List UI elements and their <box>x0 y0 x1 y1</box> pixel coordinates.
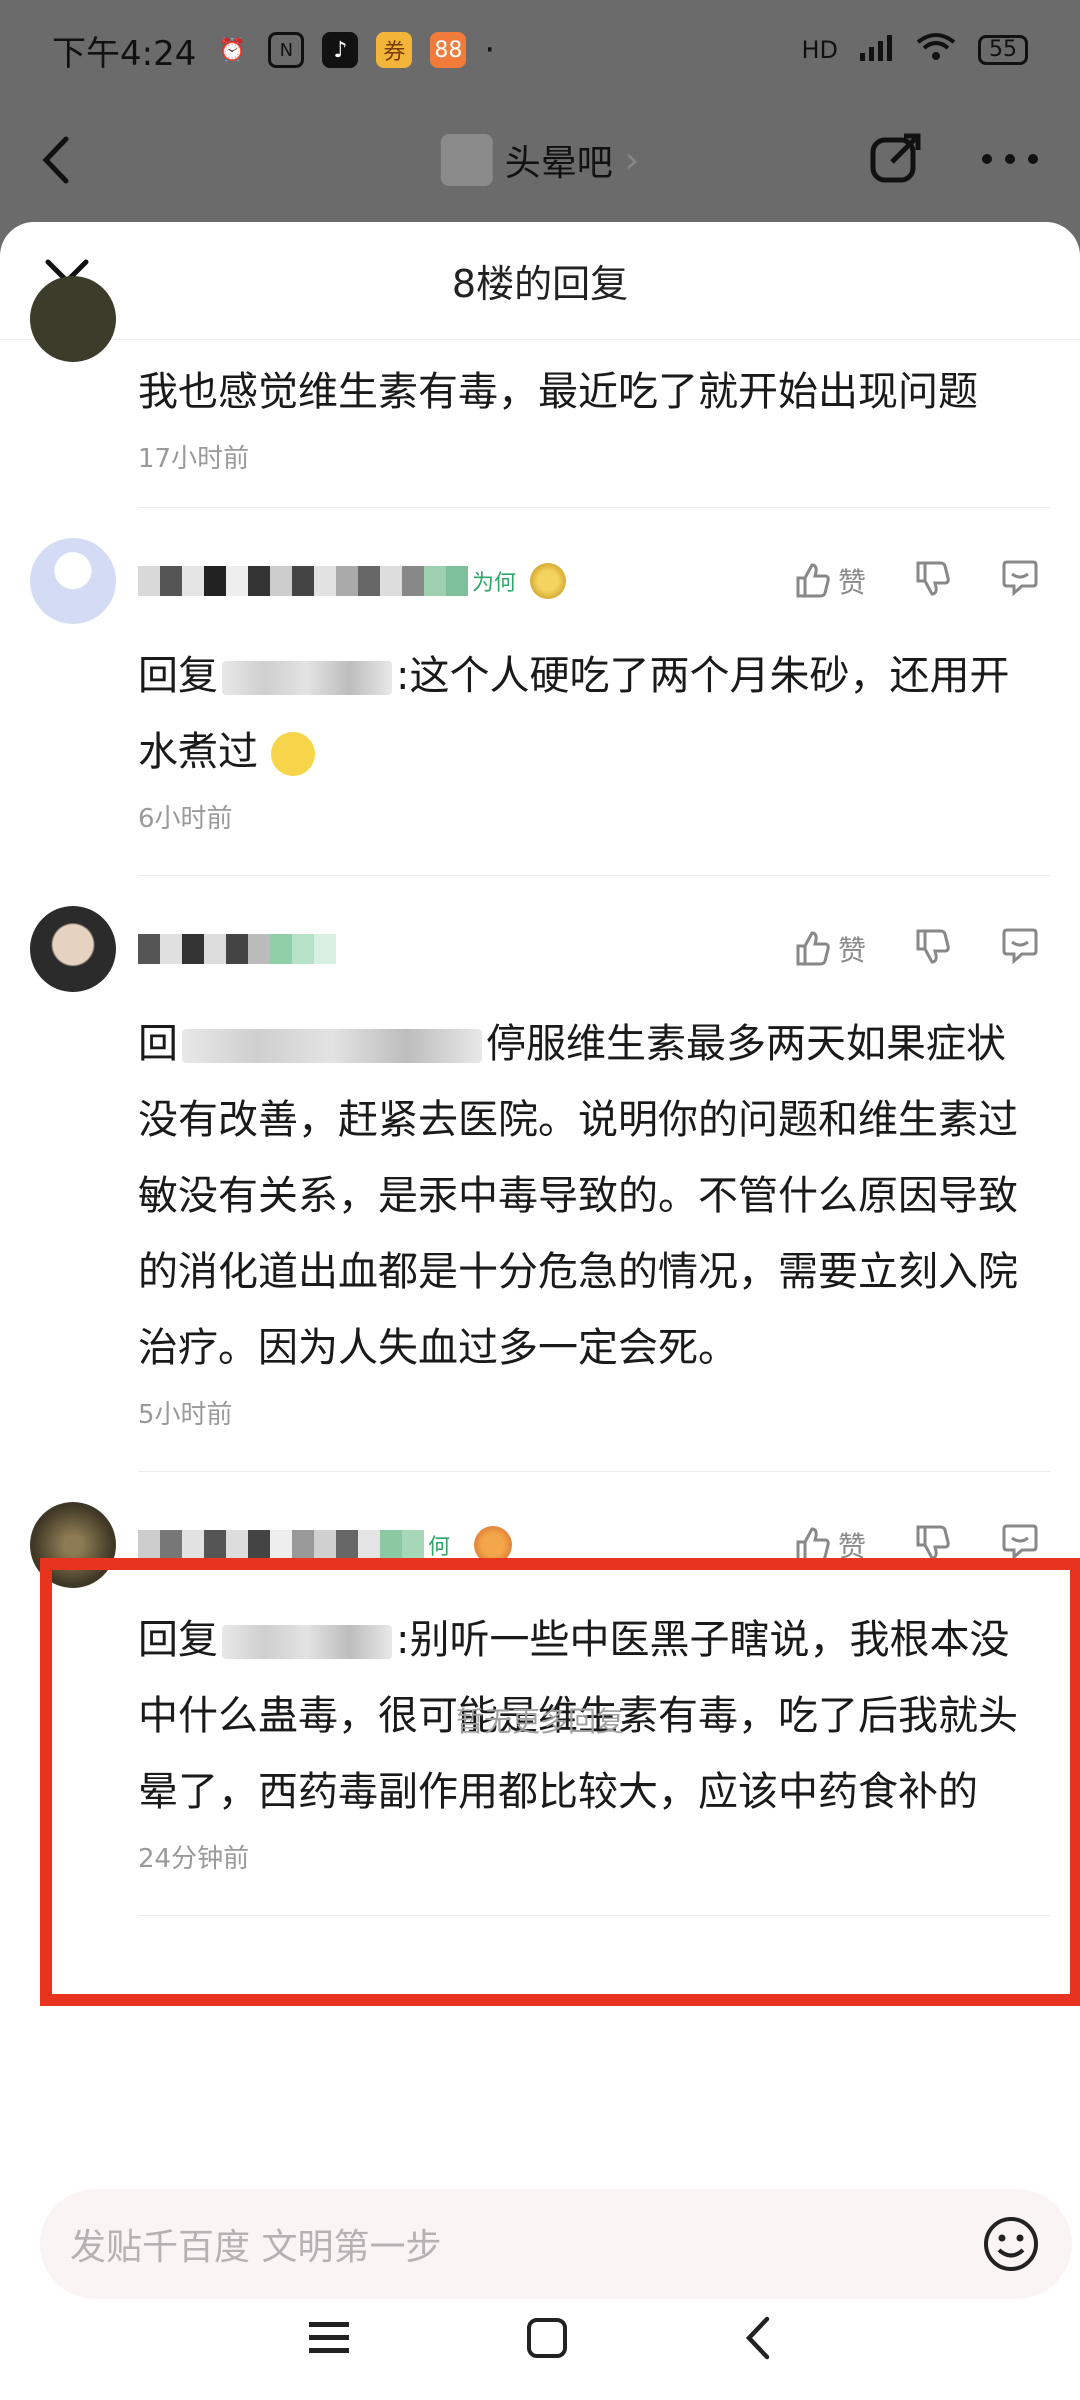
network-label: HD <box>801 36 838 64</box>
reply-item: 我也感觉维生素有毒，最近吃了就开始出现问题 17小时前 <box>0 276 1080 475</box>
reply-comment-icon[interactable] <box>1000 559 1040 604</box>
reply-body: 停服维生素最多两天如果症状没有改善，赶紧去医院。说明你的问题和维生素过敏没有关系… <box>138 1021 1018 1371</box>
reply-time: 17小时前 <box>138 444 250 474</box>
reply-item: 为何 赞 回复:这个人硬吃了两个月朱砂，还用开水煮过 6小时前 <box>0 508 1080 835</box>
crown-icon <box>474 1526 513 1564</box>
divider <box>138 1915 1050 1916</box>
reply-time: 6小时前 <box>138 804 233 834</box>
user-row: 何 赞 <box>138 1502 1040 1588</box>
like-button[interactable]: 赞 <box>794 929 866 969</box>
avatar[interactable] <box>30 538 116 624</box>
status-time: 下午4:24 <box>52 33 197 74</box>
sheet-title: 8楼的回复 <box>451 262 629 306</box>
forum-title[interactable]: 头晕吧 › <box>440 134 640 186</box>
status-bar: 下午4:24 ⏰ N ♪ 券 88 · HD 55 <box>0 0 1080 100</box>
wifi-icon <box>916 32 956 68</box>
back-nav-icon[interactable] <box>743 2315 773 2365</box>
share-icon[interactable] <box>868 130 924 190</box>
reply-time: 5小时前 <box>138 1400 233 1430</box>
reply-item: 赞 回停服维生素最多两天如果症状没有改善，赶紧去医院。说明你的问题和维生素过敏没… <box>0 876 1080 1431</box>
forum-name: 头晕吧 <box>504 143 613 184</box>
user-badge: 何 <box>428 1535 451 1560</box>
more-notifications-icon: · <box>484 30 496 70</box>
home-icon[interactable] <box>525 2316 569 2364</box>
app-notification-icon-2: 88 <box>430 32 467 68</box>
more-icon[interactable] <box>980 151 1040 170</box>
dislike-icon[interactable] <box>914 1523 952 1568</box>
back-button[interactable] <box>40 130 100 190</box>
top-nav: 头晕吧 › <box>0 100 1080 220</box>
reply-time: 24分钟前 <box>138 1844 250 1874</box>
avatar[interactable] <box>30 1502 116 1588</box>
reply-comment-icon[interactable] <box>1000 1523 1040 1568</box>
alarm-icon: ⏰ <box>218 37 247 63</box>
medal-icon <box>530 563 567 599</box>
app-notification-icon: 券 <box>376 32 413 68</box>
system-nav-bar <box>0 2280 1080 2400</box>
emoji-icon[interactable] <box>982 2215 1040 2273</box>
username-redacted[interactable] <box>138 566 468 596</box>
dislike-icon[interactable] <box>914 927 952 972</box>
reply-text: 我也感觉维生素有毒，最近吃了就开始出现问题 <box>138 369 978 415</box>
like-label: 赞 <box>837 566 866 599</box>
signal-icon <box>860 33 894 67</box>
reply-prefix: 回 <box>138 1021 178 1067</box>
reply-text: 回停服维生素最多两天如果症状没有改善，赶紧去医院。说明你的问题和维生素过敏没有关… <box>138 1006 1040 1386</box>
user-row: 赞 <box>138 906 1040 992</box>
dislike-icon[interactable] <box>914 559 952 604</box>
mention-redacted <box>222 1625 392 1659</box>
tiktok-icon: ♪ <box>322 32 359 68</box>
no-more-replies: 暂无更多回复 <box>455 1705 624 1738</box>
nfc-icon: N <box>268 32 305 68</box>
sheet-header: 8楼的回复 <box>0 222 1080 340</box>
replies-sheet: 8楼的回复 我也感觉维生素有毒，最近吃了就开始出现问题 17小时前 为何 赞 回… <box>0 222 1080 2400</box>
menu-icon[interactable] <box>307 2318 351 2362</box>
battery-icon: 55 <box>978 35 1028 65</box>
like-button[interactable]: 赞 <box>794 1525 866 1565</box>
like-button[interactable]: 赞 <box>794 561 866 601</box>
avatar[interactable] <box>30 276 116 362</box>
mention-redacted <box>222 661 392 695</box>
user-row: 为何 赞 <box>138 538 1040 624</box>
reply-comment-icon[interactable] <box>1000 927 1040 972</box>
like-label: 赞 <box>837 1530 866 1563</box>
chevron-right-icon: › <box>624 139 640 181</box>
reply-prefix: 回复 <box>138 1617 218 1663</box>
username-redacted[interactable] <box>138 1530 424 1560</box>
reply-prefix: 回复 <box>138 653 218 699</box>
reply-text: 回复:这个人硬吃了两个月朱砂，还用开水煮过 <box>138 638 1040 790</box>
forum-logo <box>440 134 493 186</box>
smiley-emoji-icon <box>270 732 315 776</box>
mention-redacted <box>182 1029 482 1063</box>
user-badge: 为何 <box>472 571 517 596</box>
avatar[interactable] <box>30 906 116 992</box>
username-redacted[interactable] <box>138 934 336 964</box>
reply-item-highlighted: 何 赞 回复:别听一些中医黑子瞎说，我根本没中什么蛊毒，很可能是维生素有毒，吃了… <box>0 1472 1080 1875</box>
like-label: 赞 <box>837 934 866 967</box>
